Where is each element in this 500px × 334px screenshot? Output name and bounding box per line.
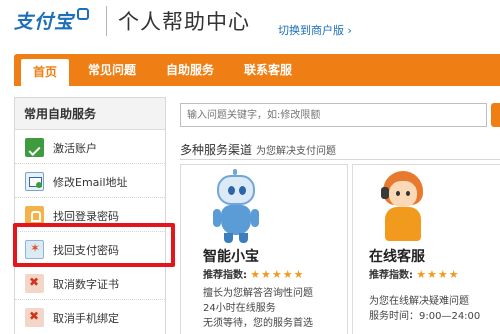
cross-icon <box>25 274 44 293</box>
sidebar-item-label: 激活账户 <box>53 142 97 155</box>
card-title: 在线客服 <box>369 249 425 265</box>
star-rating-icon: ★★★★★ <box>250 268 305 281</box>
channels-title: 多种服务渠道 <box>180 143 253 157</box>
tab-self-service[interactable]: 自助服务 <box>166 54 214 86</box>
sidebar-item-activate-account[interactable]: 激活账户 <box>15 131 165 164</box>
card-title: 智能小宝 <box>203 249 259 265</box>
divider <box>180 159 500 160</box>
rating-label: 推荐指数: <box>369 270 413 281</box>
sidebar-item-label: 取消手机绑定 <box>53 312 119 325</box>
sidebar-item-change-email[interactable]: 修改Email地址 <box>15 165 165 198</box>
channel-card-smart-assistant[interactable]: 智能小宝 推荐指数: ★★★★★ 擅长为您解答咨询性问题 24小时在线服务 无须… <box>180 164 348 334</box>
sidebar-title: 常用自助服务 <box>15 98 165 130</box>
search-input[interactable] <box>180 103 487 127</box>
sidebar-item-label: 取消数字证书 <box>53 278 119 291</box>
robot-icon <box>209 169 263 245</box>
switch-to-merchant-link[interactable]: 切换到商户版 › <box>278 22 352 38</box>
card-description-line: 24小时在线服务 <box>203 303 276 314</box>
alipay-logo[interactable]: 支付宝 <box>14 8 90 33</box>
rating: 推荐指数: ★★★★ <box>369 266 460 281</box>
header: 支付宝 个人帮助中心 切换到商户版 › <box>0 0 500 46</box>
sidebar-item-cancel-certificate[interactable]: 取消数字证书 <box>15 267 165 300</box>
search-button[interactable] <box>491 103 500 127</box>
self-service-sidebar: 常用自助服务 激活账户 修改Email地址 找回登录密码 找回支付密码 取消数字… <box>14 97 166 334</box>
highlight-annotation-box <box>13 223 175 267</box>
card-description-line: 为您在线解决疑难问题 <box>369 296 469 307</box>
logo-text: 支付宝 <box>14 10 75 33</box>
channel-card-online-support[interactable]: 在线客服 推荐指数: ★★★★ 为您在线解决疑难问题 服务时间：9:00—24:… <box>352 164 500 334</box>
tab-home[interactable]: 首页 <box>20 58 70 86</box>
card-description-line: 无须等待，您的服务首选 <box>203 318 313 329</box>
header-divider <box>106 6 107 36</box>
email-edit-icon <box>25 172 44 191</box>
check-icon <box>25 138 44 157</box>
support-agent-icon <box>375 171 435 247</box>
rating-label: 推荐指数: <box>203 270 247 281</box>
tab-contact-support[interactable]: 联系客服 <box>244 54 292 86</box>
star-rating-icon: ★★★★ <box>416 268 460 281</box>
channels-subtitle: 为您解决支付问题 <box>256 146 337 157</box>
tab-faq[interactable]: 常见问题 <box>88 54 136 86</box>
logo-mark-icon <box>77 8 90 20</box>
card-description-line: 擅长为您解答咨询性问题 <box>203 288 313 299</box>
channels-heading: 多种服务渠道 为您解决支付问题 <box>180 141 336 158</box>
rating: 推荐指数: ★★★★★ <box>203 266 305 281</box>
cross-icon <box>25 308 44 327</box>
page-title: 个人帮助中心 <box>118 10 250 34</box>
sidebar-item-unbind-phone[interactable]: 取消手机绑定 <box>15 301 165 334</box>
sidebar-item-label: 找回登录密码 <box>53 210 119 223</box>
card-description-line: 服务时间：9:00—24:00 <box>369 311 481 322</box>
main-nav: 首页 常见问题 自助服务 联系客服 <box>14 54 500 86</box>
sidebar-item-label: 修改Email地址 <box>53 176 128 189</box>
